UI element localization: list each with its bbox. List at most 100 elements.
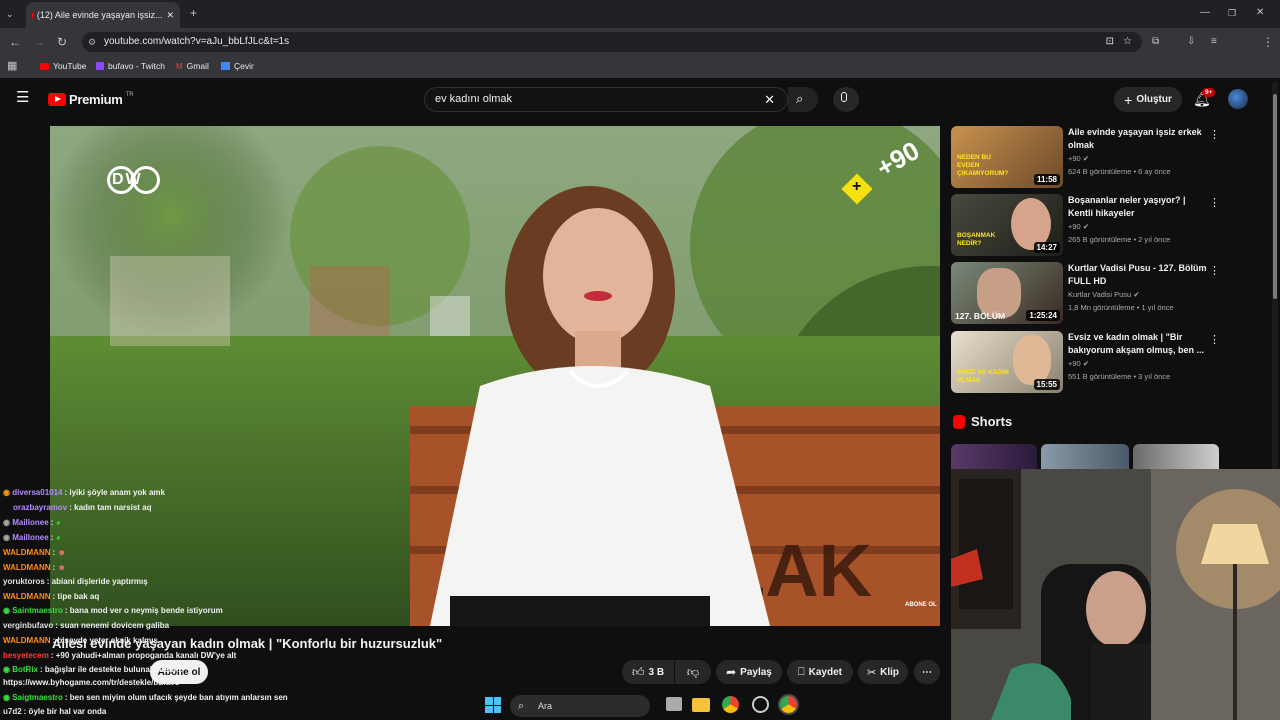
duration-badge: 1:25:24 bbox=[1026, 310, 1060, 321]
shorts-icon bbox=[953, 414, 965, 429]
close-window-icon[interactable]: ✕ bbox=[1256, 6, 1264, 20]
tab-search-icon[interactable]: ⌄ bbox=[6, 7, 14, 21]
tab-close-icon[interactable]: ✕ bbox=[166, 10, 174, 21]
user-badge-icon: ◉ bbox=[3, 693, 10, 702]
browser-tab[interactable]: (12) Aile evinde yaşayan işsiz... ✕ bbox=[26, 2, 180, 28]
like-button[interactable]: 👍︎ 3 B bbox=[622, 660, 674, 684]
more-options-icon[interactable]: ⋮ bbox=[1209, 196, 1220, 209]
forward-icon[interactable]: → bbox=[33, 35, 45, 49]
minimize-icon[interactable]: — bbox=[1200, 6, 1210, 20]
more-options-icon[interactable]: ⋮ bbox=[1209, 264, 1220, 277]
chrome-active-icon[interactable] bbox=[778, 694, 799, 715]
duration-badge: 15:55 bbox=[1033, 379, 1060, 390]
recommendation-item[interactable]: BOŞANMAK NEDİR? 14:27 Boşananlar neler y… bbox=[951, 194, 1271, 256]
thumbnail-caption: BOŞANMAK NEDİR? bbox=[957, 232, 996, 247]
site-info-icon[interactable]: ⚙ bbox=[88, 32, 96, 52]
toolbar: ← → ↻ ⚙ youtube.com/watch?v=aJu_bbLfJLc&… bbox=[0, 28, 1280, 76]
save-button[interactable]: ⎕ Kaydet bbox=[787, 660, 853, 684]
more-actions-button[interactable]: ⋯ bbox=[914, 660, 940, 684]
reload-icon[interactable]: ↻ bbox=[57, 35, 67, 49]
scrollbar-thumb[interactable] bbox=[1273, 94, 1277, 299]
windows-start-icon[interactable] bbox=[485, 697, 501, 713]
chat-message: WALDMANN: ☻ bbox=[3, 563, 66, 572]
share-icon: ➦ bbox=[726, 665, 737, 679]
more-options-icon[interactable]: ⋮ bbox=[1209, 128, 1220, 141]
search-input[interactable]: ev kadını olmak ✕ bbox=[424, 87, 788, 112]
apps-grid-icon[interactable]: ▦ bbox=[7, 59, 17, 73]
verified-icon: ✔ bbox=[1082, 154, 1090, 163]
short-thumbnail[interactable] bbox=[1041, 444, 1129, 469]
maximize-icon[interactable]: ❐ bbox=[1228, 6, 1236, 20]
recommendation-title: Evsiz ve kadın olmak | "Bir bakıyorum ak… bbox=[1068, 332, 1205, 355]
bookmark-star-icon[interactable]: ☆ bbox=[1123, 32, 1132, 52]
chat-message: ◉ Maillonee: ◕ bbox=[3, 533, 61, 542]
save-playlist-icon: ⎕ bbox=[798, 665, 805, 678]
file-explorer-icon[interactable] bbox=[692, 698, 710, 712]
user-badge-icon: ◉ bbox=[3, 665, 10, 674]
video-frame: LAK bbox=[50, 126, 940, 626]
shorts-label: Shorts bbox=[971, 414, 1013, 429]
search-button[interactable]: ⌕ bbox=[788, 87, 818, 112]
recommendation-title: Boşananlar neler yaşıyor? | Kentli hikay… bbox=[1068, 195, 1186, 218]
taskbar-search[interactable]: ⌕ Ara bbox=[510, 695, 650, 717]
new-tab-icon[interactable]: + bbox=[190, 6, 197, 20]
chat-message: https://www.byhogame.com/tr/destekle/buf… bbox=[3, 678, 180, 687]
chat-message: yoruktoros: abiani dişleride yaptırmış bbox=[3, 577, 148, 586]
recommendation-thumbnail[interactable]: 127. BÖLÜM 1:25:24 bbox=[951, 262, 1063, 324]
short-thumbnail[interactable] bbox=[1133, 444, 1219, 469]
browser-tab-strip: ⌄ (12) Aile evinde yaşayan işsiz... ✕ + … bbox=[0, 0, 1280, 28]
logo-region: TR bbox=[125, 92, 134, 98]
more-options-icon[interactable]: ⋮ bbox=[1209, 333, 1220, 346]
thumbs-down-icon: 👎︎ bbox=[686, 664, 700, 679]
create-button[interactable]: + Oluştur bbox=[1114, 87, 1182, 112]
search-icon: ⌕ bbox=[796, 91, 804, 106]
channel-name: Kurtlar Vadisi Pusu ✔ bbox=[1068, 290, 1140, 299]
more-horizontal-icon: ⋯ bbox=[922, 666, 932, 678]
bookmark-youtube[interactable]: YouTube bbox=[40, 61, 86, 71]
clip-button[interactable]: ✂ Klip bbox=[858, 660, 908, 684]
recommendation-item[interactable]: EVSİZ VE KADIN OLMAK 15:55 Evsiz ve kadı… bbox=[951, 331, 1271, 393]
chat-message: WALDMANN: tipe bak aq bbox=[3, 592, 100, 601]
chat-message: WALDMANN: bişeyde yeter eksik kalmış bbox=[3, 636, 158, 645]
youtube-logo[interactable]: Premium TR bbox=[48, 92, 134, 107]
voice-search-button[interactable] bbox=[833, 87, 859, 112]
windows-taskbar: ⌕ Ara bbox=[480, 692, 800, 720]
search-value: ev kadını olmak bbox=[435, 93, 513, 105]
verified-icon: ✔ bbox=[1082, 222, 1090, 231]
short-thumbnail[interactable] bbox=[951, 444, 1037, 469]
recommendation-thumbnail[interactable]: NEDEN BU EVDEN ÇIKAMIYORUM? 11:58 bbox=[951, 126, 1063, 188]
channel-name: +90 ✔ bbox=[1068, 154, 1090, 163]
dislike-button[interactable]: 👎︎ bbox=[675, 660, 711, 684]
account-avatar[interactable] bbox=[1228, 89, 1248, 109]
bookmark-translate[interactable]: Çevir bbox=[221, 61, 254, 71]
recommendation-thumbnail[interactable]: EVSİZ VE KADIN OLMAK 15:55 bbox=[951, 331, 1063, 393]
streamer-webcam bbox=[951, 469, 1280, 720]
bookmark-twitch[interactable]: bufavo - Twitch bbox=[96, 61, 165, 71]
install-icon[interactable]: ⊡ bbox=[1106, 32, 1114, 52]
media-icon[interactable]: ≡ bbox=[1211, 35, 1217, 49]
share-button[interactable]: ➦ Paylaş bbox=[716, 660, 782, 684]
back-icon[interactable]: ← bbox=[9, 35, 21, 49]
channel-name: +90 ✔ bbox=[1068, 222, 1090, 231]
hamburger-menu-icon[interactable]: ☰ bbox=[16, 90, 29, 105]
address-bar[interactable]: ⚙ youtube.com/watch?v=aJu_bbLfJLc&t=1s ⊡… bbox=[82, 32, 1142, 52]
bookmark-gmail[interactable]: M Gmail bbox=[176, 61, 209, 71]
logo-text: Premium bbox=[69, 92, 123, 107]
recommendation-thumbnail[interactable]: BOŞANMAK NEDİR? 14:27 bbox=[951, 194, 1063, 256]
menu-kebab-icon[interactable]: ⋮ bbox=[1262, 35, 1274, 49]
download-icon[interactable]: ⇩ bbox=[1187, 35, 1195, 49]
subscribe-watermark[interactable]: ABONE OL bbox=[905, 602, 937, 608]
extensions-icon[interactable]: ⧉ bbox=[1152, 35, 1159, 49]
recommendation-item[interactable]: 127. BÖLÜM 1:25:24 Kurtlar Vadisi Pusu -… bbox=[951, 262, 1271, 324]
recommendation-item[interactable]: NEDEN BU EVDEN ÇIKAMIYORUM? 11:58 Aile e… bbox=[951, 126, 1271, 188]
video-player[interactable]: LAK DW + +90 ABONE OL bbox=[50, 126, 940, 626]
mic-icon bbox=[841, 92, 847, 102]
youtube-favicon-icon bbox=[32, 11, 33, 19]
youtube-play-icon bbox=[48, 93, 66, 106]
recommendation-title: Kurtlar Vadisi Pusu - 127. Bölüm FULL HD bbox=[1068, 263, 1207, 286]
chrome-icon[interactable] bbox=[722, 696, 739, 713]
steam-icon[interactable] bbox=[752, 696, 769, 713]
clear-search-icon[interactable]: ✕ bbox=[764, 88, 775, 111]
thumbnail-caption: NEDEN BU EVDEN ÇIKAMIYORUM? bbox=[957, 154, 1009, 177]
task-view-icon[interactable] bbox=[666, 697, 682, 711]
